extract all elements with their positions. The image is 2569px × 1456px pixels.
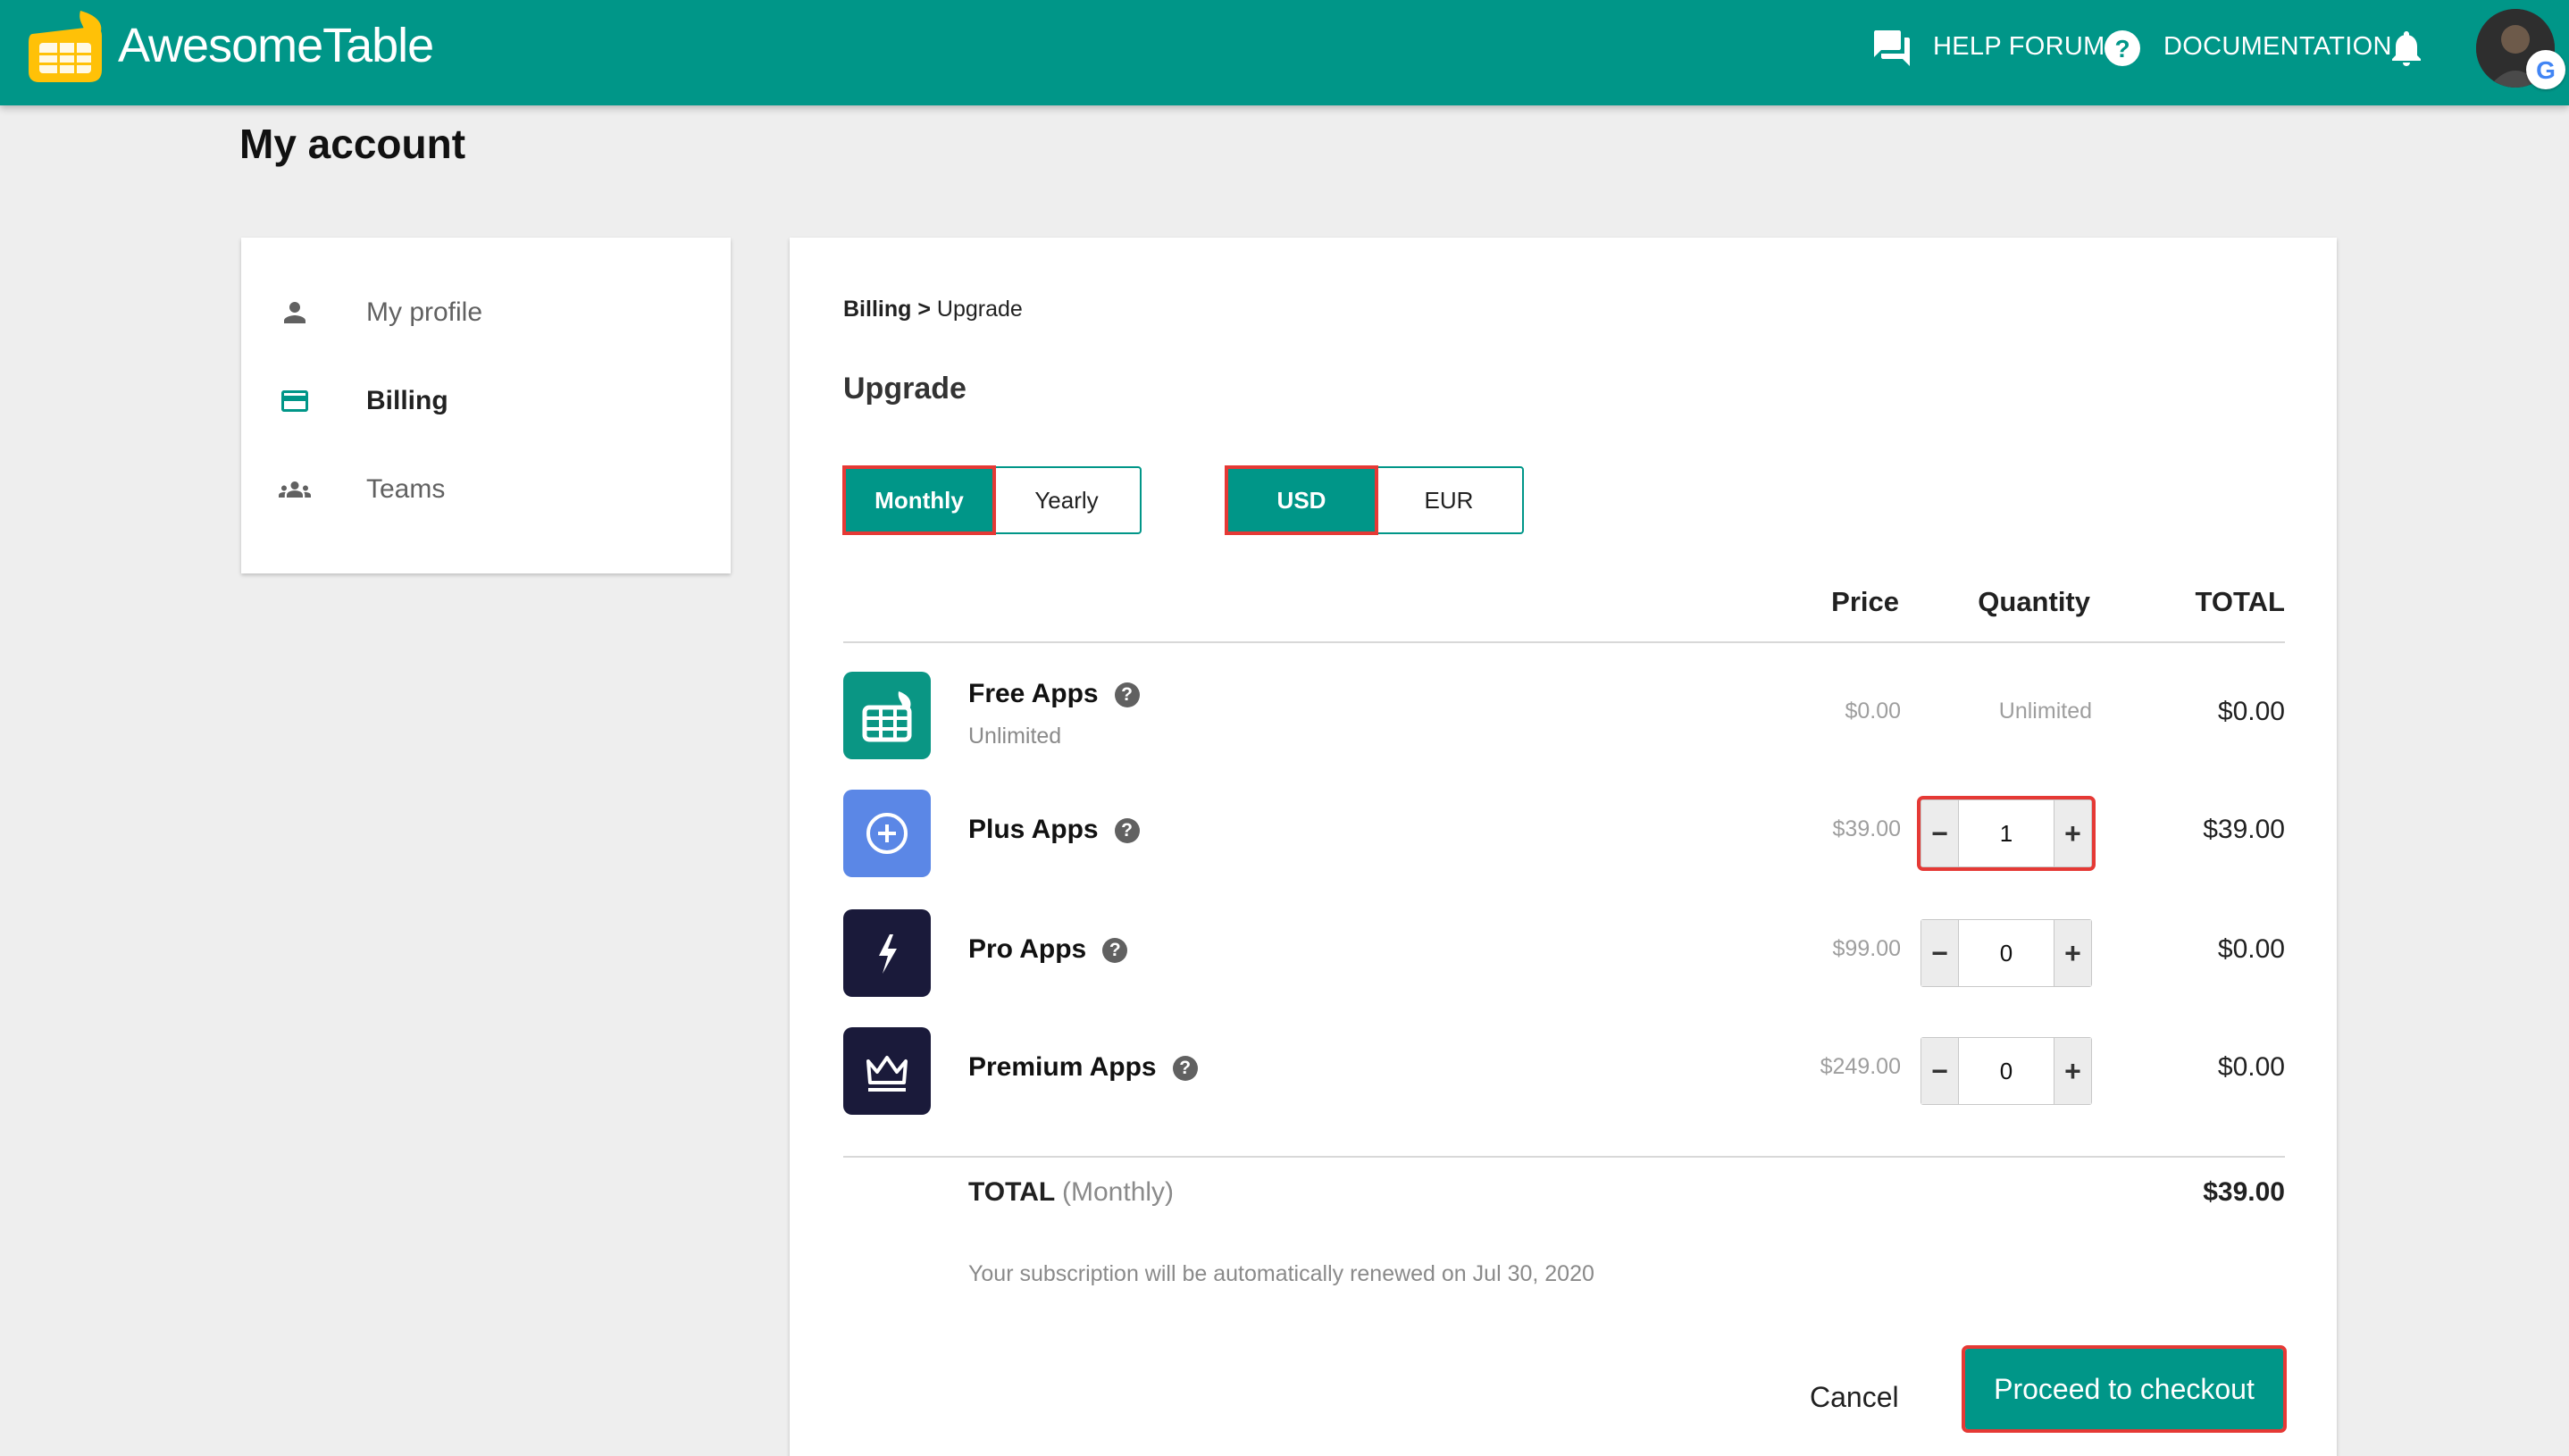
product-total: $39.00 bbox=[2203, 815, 2285, 844]
product-name: Pro Apps? bbox=[968, 934, 1128, 965]
increment-button[interactable]: + bbox=[2054, 920, 2091, 986]
column-header-price: Price bbox=[1831, 586, 1899, 617]
currency-usd-option[interactable]: USD bbox=[1225, 465, 1378, 535]
column-header-total: TOTAL bbox=[2195, 586, 2285, 617]
people-icon bbox=[279, 481, 311, 498]
billing-upgrade-card: Billing > Upgrade Upgrade Monthly Yearly… bbox=[790, 238, 2337, 1456]
awesome-table-logo-icon[interactable] bbox=[25, 7, 107, 86]
grand-total-value: $39.00 bbox=[2203, 1177, 2285, 1207]
product-price: $99.00 bbox=[1832, 936, 1901, 961]
top-app-bar: AwesomeTable HELP FORUM ? DOCUMENTATION … bbox=[0, 0, 2569, 105]
product-name-text: Premium Apps bbox=[968, 1052, 1157, 1082]
help-forum-link[interactable]: HELP FORUM bbox=[1933, 27, 2105, 66]
plus-circle-icon bbox=[866, 813, 908, 854]
breadcrumb-upgrade: Upgrade bbox=[936, 297, 1023, 322]
decrement-button[interactable]: − bbox=[1921, 1038, 1959, 1104]
proceed-to-checkout-button[interactable]: Proceed to checkout bbox=[1962, 1345, 2287, 1433]
sidebar-item-billing[interactable]: Billing bbox=[277, 374, 706, 428]
quantity-stepper: − 0 + bbox=[1920, 1037, 2092, 1105]
product-total: $0.00 bbox=[2217, 934, 2285, 964]
free-apps-tile bbox=[843, 672, 931, 759]
credit-card-icon bbox=[281, 390, 308, 412]
product-name-text: Pro Apps bbox=[968, 934, 1087, 964]
product-name: Plus Apps? bbox=[968, 815, 1140, 845]
product-subtitle: Unlimited bbox=[968, 724, 1062, 749]
decrement-button[interactable]: − bbox=[1921, 800, 1959, 866]
forum-icon[interactable] bbox=[1870, 27, 1913, 70]
product-name-text: Plus Apps bbox=[968, 815, 1099, 844]
increment-button[interactable]: + bbox=[2054, 800, 2091, 866]
quantity-stepper: − 0 + bbox=[1920, 919, 2092, 987]
sidebar-item-teams[interactable]: Teams bbox=[277, 463, 706, 516]
total-divider bbox=[843, 1156, 2285, 1158]
period-monthly-option[interactable]: Monthly bbox=[842, 465, 996, 535]
help-icon[interactable]: ? bbox=[1102, 938, 1128, 964]
product-total: $0.00 bbox=[2217, 697, 2285, 726]
sidebar-item-label: My profile bbox=[366, 297, 483, 327]
product-price: $39.00 bbox=[1832, 816, 1901, 841]
currency-eur-option[interactable]: EUR bbox=[1376, 468, 1522, 532]
renewal-note: Your subscription will be automatically … bbox=[968, 1261, 1594, 1286]
brand-name[interactable]: AwesomeTable bbox=[118, 14, 434, 77]
product-name: Free Apps? bbox=[968, 679, 1140, 709]
pro-apps-tile bbox=[843, 909, 931, 997]
section-title: Upgrade bbox=[843, 372, 967, 406]
product-price: $0.00 bbox=[1845, 699, 1901, 724]
product-name-text: Free Apps bbox=[968, 679, 1099, 708]
lightning-icon bbox=[879, 934, 897, 974]
awesome-table-logo-icon bbox=[862, 691, 912, 742]
quantity-input[interactable]: 1 bbox=[1959, 800, 2054, 866]
page-title: My account bbox=[239, 121, 466, 167]
product-quantity-text: Unlimited bbox=[1998, 699, 2092, 724]
product-row-pro: Pro Apps? $99.00 − 0 + $0.00 bbox=[843, 909, 2285, 999]
total-label-text: TOTAL bbox=[968, 1177, 1055, 1207]
sidebar-item-my-profile[interactable]: My profile bbox=[277, 286, 706, 339]
sidebar-item-label: Billing bbox=[366, 386, 448, 415]
cancel-button[interactable]: Cancel bbox=[1810, 1370, 1899, 1424]
help-icon[interactable]: ? bbox=[1172, 1056, 1198, 1082]
crown-icon bbox=[866, 1056, 908, 1092]
account-sidebar: My profile Billing Teams bbox=[241, 238, 731, 573]
column-header-quantity: Quantity bbox=[1978, 586, 2090, 617]
premium-apps-tile bbox=[843, 1027, 931, 1115]
breadcrumb-billing[interactable]: Billing bbox=[843, 297, 911, 322]
plus-apps-tile bbox=[843, 790, 931, 877]
table-divider bbox=[843, 641, 2285, 643]
svg-text:?: ? bbox=[2114, 35, 2130, 63]
help-icon[interactable]: ? bbox=[1114, 682, 1140, 708]
quantity-stepper: − 1 + bbox=[1917, 796, 2096, 871]
product-total: $0.00 bbox=[2217, 1052, 2285, 1082]
breadcrumb: Billing > Upgrade bbox=[843, 297, 1023, 322]
period-yearly-option[interactable]: Yearly bbox=[993, 468, 1140, 532]
product-row-premium: Premium Apps? $249.00 − 0 + $0.00 bbox=[843, 1027, 2285, 1117]
total-period: (Monthly) bbox=[1062, 1177, 1175, 1207]
decrement-button[interactable]: − bbox=[1921, 920, 1959, 986]
help-icon[interactable]: ? bbox=[1114, 818, 1140, 844]
billing-period-toggle: Monthly Yearly bbox=[842, 465, 1142, 535]
currency-toggle: USD EUR bbox=[1225, 465, 1524, 535]
product-price: $249.00 bbox=[1820, 1054, 1901, 1079]
sidebar-item-label: Teams bbox=[366, 474, 446, 504]
quantity-input[interactable]: 0 bbox=[1959, 920, 2054, 986]
grand-total-label: TOTAL (Monthly) bbox=[968, 1177, 1174, 1208]
person-icon bbox=[284, 302, 305, 323]
quantity-input[interactable]: 0 bbox=[1959, 1038, 2054, 1104]
product-name: Premium Apps? bbox=[968, 1052, 1198, 1083]
increment-button[interactable]: + bbox=[2054, 1038, 2091, 1104]
documentation-link[interactable]: DOCUMENTATION bbox=[2163, 27, 2392, 66]
notifications-bell-icon[interactable] bbox=[2385, 27, 2428, 70]
product-row-plus: Plus Apps? $39.00 − 1 + $39.00 bbox=[843, 790, 2285, 879]
breadcrumb-separator: > bbox=[911, 297, 937, 322]
product-row-free: Free Apps? Unlimited $0.00 Unlimited $0.… bbox=[843, 672, 2285, 761]
help-circle-icon[interactable]: ? bbox=[2101, 27, 2144, 70]
google-account-icon: G bbox=[2526, 50, 2565, 89]
svg-text:G: G bbox=[2536, 56, 2556, 84]
